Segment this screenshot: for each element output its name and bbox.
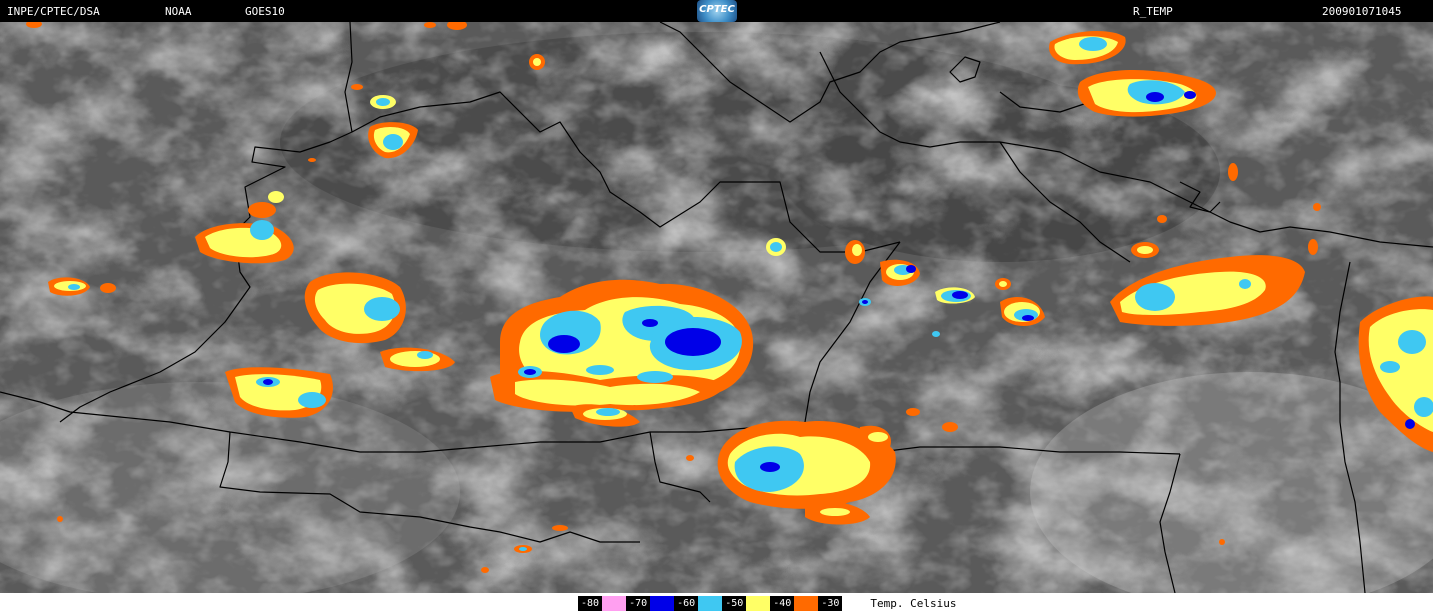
legend-swatch	[602, 596, 627, 611]
legend-label: -80	[578, 596, 603, 611]
header-bar: INPE/CPTEC/DSA NOAA GOES10 CPTEC R_TEMP …	[0, 0, 1433, 22]
legend-item: -60	[674, 596, 723, 611]
legend-item: -80	[578, 596, 627, 611]
legend-label: -50	[722, 596, 747, 611]
footer-bar: -80 -70 -60 -50 -40 -30 Temp. Celsius	[0, 593, 1433, 614]
legend-swatch	[746, 596, 771, 611]
legend-swatch	[842, 596, 867, 611]
legend-label: -40	[770, 596, 795, 611]
legend-swatch	[794, 596, 819, 611]
logo-text: CPTEC	[699, 4, 735, 15]
legend-swatch	[698, 596, 723, 611]
cptec-logo: CPTEC	[697, 0, 737, 22]
legend-label: -70	[626, 596, 651, 611]
legend-unit: Temp. Celsius	[870, 597, 957, 610]
satellite-label: GOES10	[245, 5, 285, 18]
source-label: INPE/CPTEC/DSA	[7, 5, 100, 18]
legend-item: -40	[770, 596, 819, 611]
legend-label: -60	[674, 596, 699, 611]
legend-item: -50	[722, 596, 771, 611]
legend-swatch	[650, 596, 675, 611]
legend-item: -70	[626, 596, 675, 611]
agency-label: NOAA	[165, 5, 192, 18]
temperature-legend: -80 -70 -60 -50 -40 -30 Temp. Celsius	[578, 596, 956, 611]
datetime-label: 200901071045	[1322, 5, 1402, 18]
satellite-image	[0, 22, 1433, 593]
legend-item: -30	[818, 596, 867, 611]
legend-label: -30	[818, 596, 843, 611]
product-label: R_TEMP	[1133, 5, 1173, 18]
